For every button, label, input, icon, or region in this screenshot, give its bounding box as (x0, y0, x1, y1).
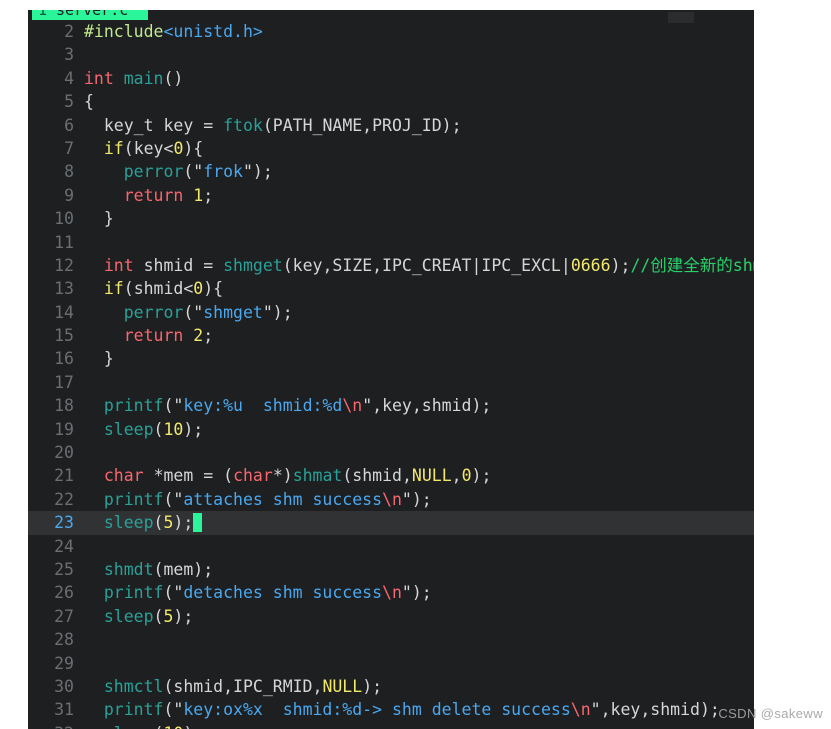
code-line[interactable]: 14 perror("shmget"); (28, 301, 754, 324)
line-number: 26 (54, 583, 74, 603)
code-line[interactable]: 25 shmdt(mem); (28, 558, 754, 581)
line-content: sleep(5); (84, 513, 203, 533)
line-content: return 2; (123, 326, 214, 346)
code-line[interactable]: 7 if(key<0){ (28, 137, 754, 160)
line-number: 14 (54, 302, 74, 322)
line-number: 5 (64, 92, 74, 112)
code-line[interactable]: 5{ (28, 90, 754, 113)
code-line[interactable]: 16 } (28, 347, 754, 370)
code-line[interactable]: 31 printf("key:ox%x shmid:%d-> shm delet… (28, 698, 754, 721)
line-content: { (84, 92, 94, 112)
code-line[interactable]: 6 key_t key = ftok(PATH_NAME,PROJ_ID); (28, 114, 754, 137)
code-line[interactable]: 30 shmctl(shmid,IPC_RMID,NULL); (28, 675, 754, 698)
watermark-user: @sakeww (760, 706, 823, 721)
code-line[interactable]: 17 (28, 371, 754, 394)
line-number: 16 (54, 349, 74, 369)
line-number: 29 (54, 653, 74, 673)
line-content: sleep(5); (103, 606, 194, 626)
line-number: 22 (54, 489, 74, 509)
line-number: 11 (54, 232, 74, 252)
editor-tabbar: 1 server.c (28, 10, 754, 20)
code-line[interactable]: 3 (28, 43, 754, 66)
code-line[interactable]: 22 printf("attaches shm success\n"); (28, 488, 754, 511)
line-number: 18 (54, 396, 74, 416)
code-line-active[interactable]: 23 sleep(5); (28, 511, 754, 535)
code-line[interactable]: 2 #include<unistd.h> (28, 20, 754, 43)
code-line[interactable]: 29 (28, 652, 754, 675)
line-number: 8 (64, 162, 74, 182)
line-content: printf("attaches shm success\n"); (103, 489, 432, 509)
line-content: int shmid = shmget(key,SIZE,IPC_CREAT|IP… (103, 255, 754, 275)
code-line[interactable]: 15 return 2; (28, 324, 754, 347)
code-line[interactable]: 13 if(shmid<0){ (28, 277, 754, 300)
line-content: } (103, 349, 114, 369)
tab-server-c[interactable]: 1 server.c (32, 10, 149, 20)
tab-number: 1 (38, 10, 48, 19)
line-content: #include<unistd.h> (84, 22, 263, 41)
line-content: perror("shmget"); (123, 302, 293, 322)
line-number: 30 (54, 676, 74, 696)
code-line[interactable]: 21 char *mem = (char*)shmat(shmid,NULL,0… (28, 464, 754, 487)
line-number: 31 (54, 700, 74, 720)
line-content: printf("key:ox%x shmid:%d-> shm delete s… (103, 700, 720, 720)
code-line[interactable]: 9 return 1; (28, 184, 754, 207)
line-number: 3 (64, 45, 74, 65)
line-number: 17 (54, 372, 74, 392)
code-line[interactable]: 26 printf("detaches shm success\n"); (28, 581, 754, 604)
code-line[interactable]: 32 sleep(10); (28, 722, 754, 729)
line-content: int main() (84, 68, 184, 88)
line-number: 15 (54, 326, 74, 346)
line-content: perror("frok"); (123, 162, 273, 182)
line-content: return 1; (123, 185, 214, 205)
code-line[interactable]: 4 int main() (28, 67, 754, 90)
line-content: if(key<0){ (103, 138, 204, 158)
line-content: } (103, 209, 114, 229)
line-content: key_t key = ftok(PATH_NAME,PROJ_ID); (103, 115, 462, 135)
line-number: 7 (64, 138, 74, 158)
code-editor-window: 1 server.c 2 #include<unistd.h> 3 4 int mai… (28, 10, 754, 729)
line-content: printf("detaches shm success\n"); (103, 583, 432, 603)
line-number: 13 (54, 279, 74, 299)
line-number: 10 (54, 209, 74, 229)
line-content: if(shmid<0){ (103, 279, 224, 299)
line-content: shmctl(shmid,IPC_RMID,NULL); (103, 676, 383, 696)
line-number: 23 (54, 513, 74, 533)
code-line[interactable]: 28 (28, 628, 754, 651)
line-number: 6 (64, 115, 74, 135)
line-number: 2 (64, 22, 74, 41)
code-line[interactable]: 18 printf("key:%u shmid:%d\n",key,shmid)… (28, 394, 754, 417)
watermark-site: CSDN (718, 706, 757, 721)
code-line[interactable]: 24 (28, 535, 754, 558)
tab-label: server.c (56, 10, 129, 19)
line-number: 21 (54, 466, 74, 486)
code-line[interactable]: 27 sleep(5); (28, 605, 754, 628)
code-line[interactable]: 10 } (28, 207, 754, 230)
line-number: 28 (54, 630, 74, 650)
code-lines-container[interactable]: 2 #include<unistd.h> 3 4 int main() 5{ 6 k… (28, 20, 754, 729)
line-number: 9 (64, 185, 74, 205)
line-content: char *mem = (char*)shmat(shmid,NULL,0); (103, 466, 492, 486)
code-line[interactable]: 19 sleep(10); (28, 418, 754, 441)
line-number: 25 (54, 559, 74, 579)
line-number: 4 (64, 68, 74, 88)
text-cursor (193, 513, 203, 533)
line-number: 19 (54, 419, 74, 439)
line-content: sleep(10); (84, 724, 203, 729)
line-number: 12 (54, 255, 74, 275)
csdn-watermark: CSDN @sakeww (718, 706, 823, 721)
code-line[interactable]: 20 (28, 441, 754, 464)
line-number: 24 (54, 536, 74, 556)
line-content: shmdt(mem); (103, 559, 214, 579)
code-line[interactable]: 8 perror("frok"); (28, 160, 754, 183)
code-line[interactable]: 11 (28, 231, 754, 254)
line-number: 20 (54, 443, 74, 463)
code-line[interactable]: 12 int shmid = shmget(key,SIZE,IPC_CREAT… (28, 254, 754, 277)
line-content: sleep(10); (103, 419, 204, 439)
line-number: 32 (28, 722, 84, 729)
line-content: printf("key:%u shmid:%d\n",key,shmid); (103, 396, 492, 416)
line-number: 27 (54, 606, 74, 626)
